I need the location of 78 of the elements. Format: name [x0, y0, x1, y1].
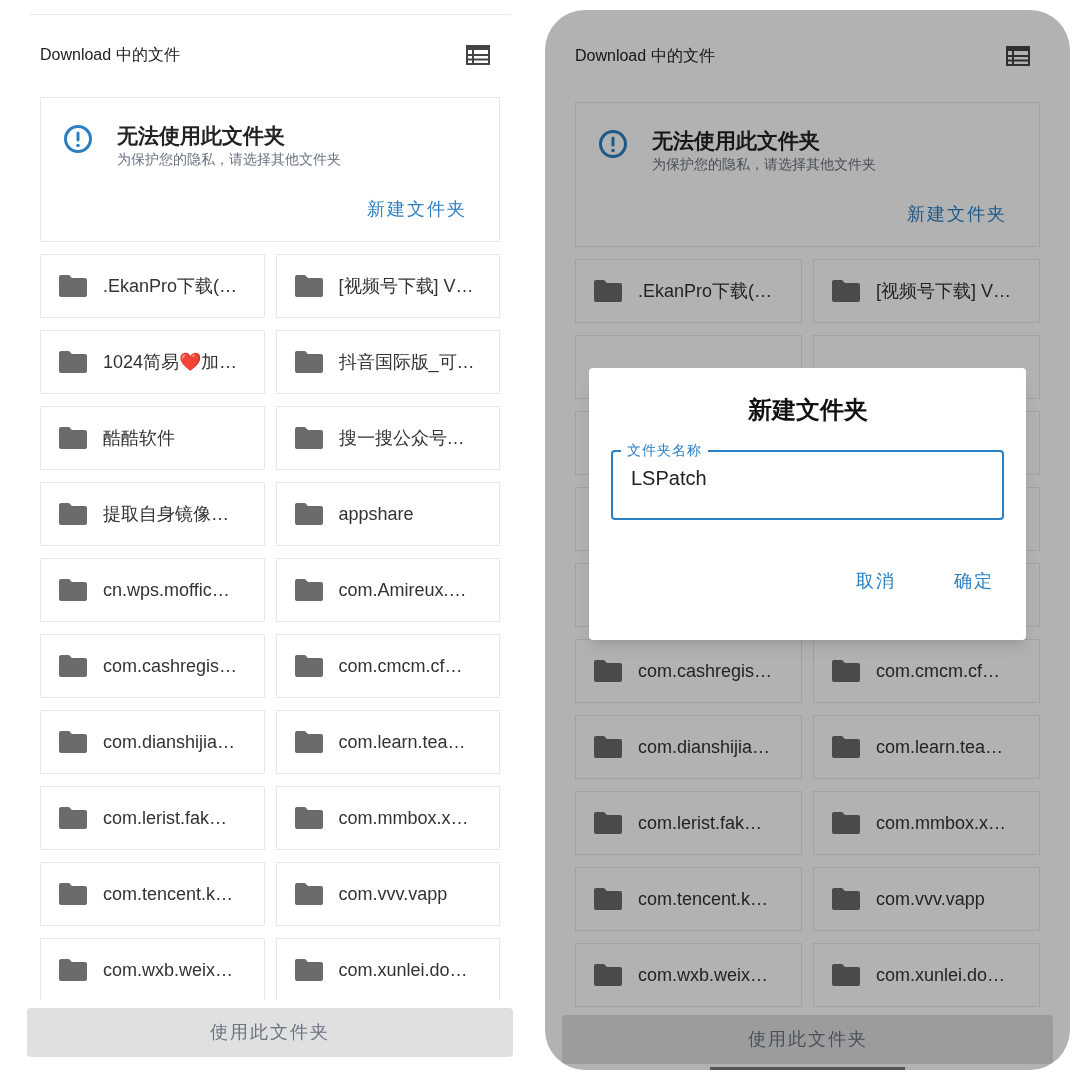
folder-icon — [59, 807, 87, 829]
folder-item[interactable]: com.xunlei.do… — [813, 943, 1040, 1007]
field-label: 文件夹名称 — [626, 441, 703, 460]
folder-icon — [294, 655, 323, 677]
folder-item[interactable]: com.dianshijia… — [575, 715, 802, 779]
folder-item[interactable]: com.dianshijia… — [40, 710, 265, 774]
folder-icon — [294, 959, 323, 981]
folder-icon — [59, 579, 87, 601]
folder-icon — [294, 883, 323, 905]
folder-item[interactable]: 酷酷软件 — [40, 406, 265, 470]
folder-item[interactable]: 提取自身镜像… — [40, 482, 265, 546]
folder-item[interactable]: [视频号下载] V… — [275, 254, 500, 318]
folder-item[interactable]: com.learn.tea… — [813, 715, 1040, 779]
notice-message: 为保护您的隐私，请选择其他文件夹 — [652, 155, 876, 173]
dialog-button[interactable]: 确定 — [954, 568, 994, 595]
folder-icon — [294, 731, 323, 753]
folder-item[interactable]: 搜一搜公众号… — [275, 406, 500, 470]
folder-title: Download 中的文件 — [40, 45, 180, 65]
folder-icon — [832, 736, 860, 758]
folder-item[interactable]: com.mmbox.x… — [813, 791, 1040, 855]
folder-item[interactable]: cn.wps.moffic… — [40, 558, 265, 622]
folder-item[interactable]: com.tencent.k… — [575, 867, 802, 931]
folder-icon — [59, 503, 87, 525]
folder-icon — [294, 579, 323, 601]
folder-icon — [594, 280, 622, 302]
folder-item[interactable]: com.lerist.fak… — [575, 791, 802, 855]
folder-icon — [832, 280, 860, 302]
folder-icon — [594, 660, 622, 682]
folder-icon — [594, 736, 622, 758]
folder-item[interactable]: com.tencent.k… — [40, 862, 265, 926]
folder-icon — [294, 351, 323, 373]
list-view-icon[interactable] — [466, 45, 490, 65]
folder-item[interactable]: com.vvv.vapp — [275, 862, 500, 926]
folder-icon — [59, 655, 87, 677]
folder-item[interactable]: com.learn.tea… — [275, 710, 500, 774]
folder-icon — [594, 964, 622, 986]
folder-icon — [594, 812, 622, 834]
notice-message: 为保护您的隐私，请选择其他文件夹 — [117, 150, 341, 168]
folder-title: Download 中的文件 — [575, 45, 715, 66]
folder-icon — [832, 812, 860, 834]
folder-icon — [832, 964, 860, 986]
folder-icon — [59, 275, 87, 297]
folder-item[interactable]: .EkanPro下载(… — [40, 254, 265, 318]
folder-icon — [59, 731, 87, 753]
folder-item[interactable]: com.lerist.fak… — [40, 786, 265, 850]
folder-icon — [294, 427, 323, 449]
folder-item[interactable]: com.Amireux.… — [275, 558, 500, 622]
folder-icon — [832, 660, 860, 682]
new-folder-button[interactable]: 新建文件夹 — [367, 196, 467, 223]
folder-item[interactable]: com.wxb.weix… — [575, 943, 802, 1007]
folder-name-input[interactable]: LSPatch — [631, 463, 984, 493]
folder-item[interactable]: com.cmcm.cf… — [275, 634, 500, 698]
folder-item[interactable]: appshare — [275, 482, 500, 546]
folder-icon — [294, 275, 323, 297]
folder-item[interactable]: com.cashregis… — [40, 634, 265, 698]
notice-title: 无法使用此文件夹 — [117, 123, 286, 149]
folder-icon — [594, 888, 622, 910]
folder-item[interactable]: 1024简易❤加… — [40, 330, 265, 394]
folder-item[interactable]: com.mmbox.x… — [275, 786, 500, 850]
dialog-button[interactable]: 取消 — [856, 568, 896, 595]
dialog-title: 新建文件夹 — [746, 395, 869, 425]
folder-icon — [294, 807, 323, 829]
folder-icon — [59, 351, 87, 373]
folder-item[interactable]: 抖音国际版_可… — [275, 330, 500, 394]
folder-icon — [59, 883, 87, 905]
folder-icon — [294, 503, 323, 525]
info-icon — [598, 129, 628, 159]
notice-title: 无法使用此文件夹 — [652, 128, 821, 154]
folder-name-field[interactable]: 文件夹名称 LSPatch — [611, 440, 1004, 520]
folder-icon — [59, 959, 87, 981]
folder-icon — [59, 427, 87, 449]
folder-icon — [832, 888, 860, 910]
folder-item[interactable]: .EkanPro下载(… — [575, 259, 802, 323]
list-view-icon[interactable] — [1006, 45, 1030, 66]
folder-item[interactable]: com.vvv.vapp — [813, 867, 1040, 931]
info-icon — [63, 124, 93, 154]
new-folder-button[interactable]: 新建文件夹 — [907, 201, 1007, 228]
folder-item[interactable]: [视频号下载] V… — [813, 259, 1040, 323]
